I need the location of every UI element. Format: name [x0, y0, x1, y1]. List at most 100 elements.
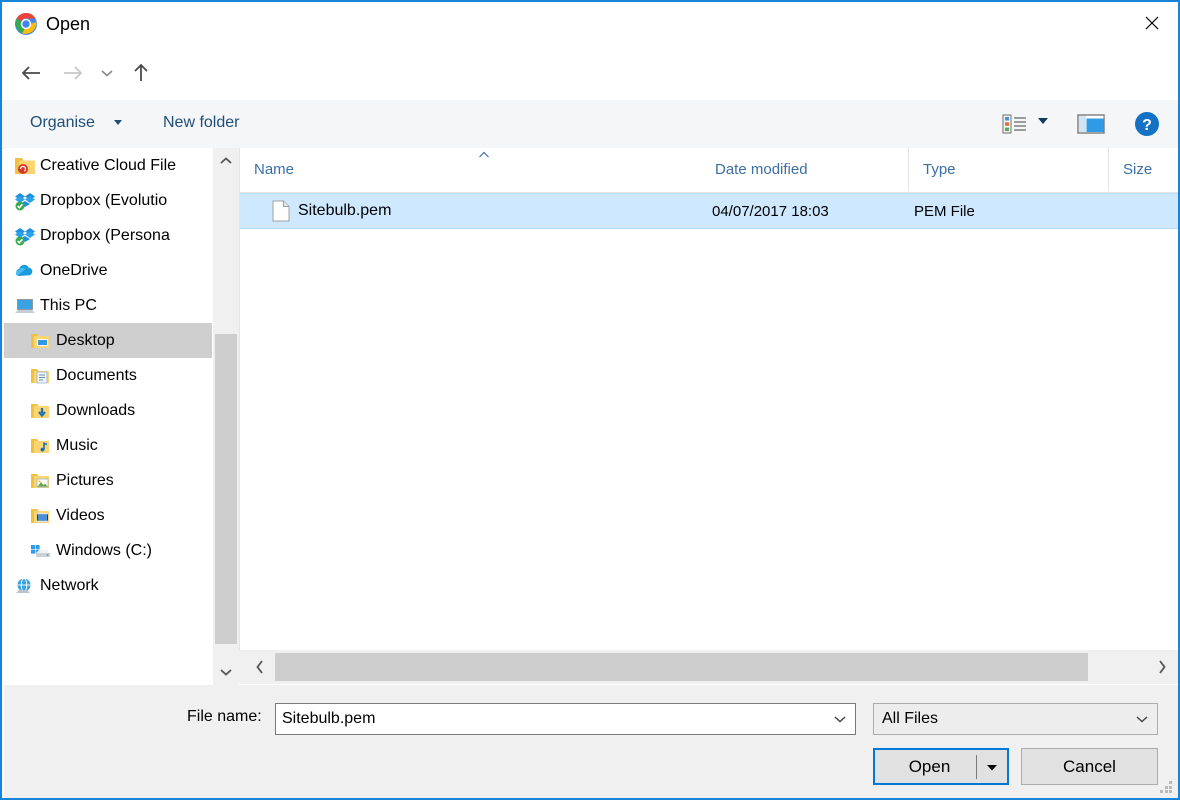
hard-drive-icon	[30, 541, 52, 561]
forward-button[interactable]	[54, 54, 92, 92]
sidebar-item-onedrive[interactable]: OneDrive	[4, 253, 212, 288]
sidebar-item-label: Creative Cloud File	[40, 156, 177, 174]
this-pc-icon	[14, 296, 36, 316]
sidebar-item-label: Music	[56, 436, 98, 454]
window-title: Open	[46, 14, 91, 34]
recent-locations-button[interactable]	[94, 54, 120, 92]
arrow-right-icon	[64, 66, 83, 80]
title-bar: Open	[2, 2, 1178, 46]
dropbox-icon	[14, 191, 36, 211]
navigation-pane: Creative Cloud File Dropbox (Evolutio Dr…	[4, 148, 212, 685]
sidebar-item-network[interactable]: Network	[4, 568, 212, 603]
file-name-cell: Sitebulb.pem	[298, 202, 392, 219]
sidebar-item-dropbox-evolution[interactable]: Dropbox (Evolutio	[4, 183, 212, 218]
sidebar-item-windows-c[interactable]: Windows (C:)	[4, 533, 212, 568]
sidebar-item-this-pc[interactable]: This PC	[4, 288, 212, 323]
chevron-down-icon[interactable]	[825, 714, 855, 724]
column-header-row: Name Date modified Type Size	[240, 148, 1178, 193]
documents-folder-icon	[30, 366, 52, 386]
scrollbar-up-button[interactable]	[213, 148, 239, 174]
sidebar-item-creative-cloud-files[interactable]: Creative Cloud File	[4, 148, 212, 183]
sidebar-item-label: Documents	[56, 366, 137, 384]
caret-down-icon[interactable]	[114, 120, 122, 125]
scrollbar-right-button[interactable]	[1148, 650, 1176, 684]
file-type-dropdown[interactable]: All Files	[873, 703, 1158, 735]
file-type-cell: PEM File	[914, 202, 975, 220]
file-name-input[interactable]	[276, 709, 825, 729]
column-header-name[interactable]: Name	[240, 148, 701, 191]
sidebar-item-label: Dropbox (Persona	[40, 226, 170, 244]
onedrive-cloud-icon	[14, 261, 36, 281]
scrollbar-thumb[interactable]	[275, 653, 1088, 681]
file-date-cell: 04/07/2017 18:03	[712, 202, 829, 220]
table-row[interactable]: Sitebulb.pem 04/07/2017 18:03 PEM File	[240, 193, 1178, 229]
cancel-button[interactable]: Cancel	[1021, 748, 1158, 785]
sidebar-item-label: Dropbox (Evolutio	[40, 191, 168, 209]
scrollbar-left-button[interactable]	[246, 650, 274, 684]
creative-cloud-folder-icon	[14, 156, 36, 176]
sidebar-item-label: Desktop	[56, 331, 115, 349]
open-file-dialog: Open Search AWS Organise New folder ? Cr…	[0, 0, 1180, 800]
file-icon	[272, 200, 290, 222]
view-list-icon[interactable]	[998, 110, 1032, 138]
arrow-left-icon	[21, 66, 40, 80]
navigation-row: This PC ❯ Desktop ❯ Sitebulb ❯ AWS ↻	[2, 46, 1178, 133]
svg-text:?: ?	[1142, 117, 1152, 134]
sidebar-item-pictures[interactable]: Pictures	[4, 463, 212, 498]
scrollbar-down-button[interactable]	[213, 659, 239, 685]
file-type-value: All Files	[882, 710, 939, 727]
open-split-dropdown[interactable]	[977, 762, 1007, 772]
up-one-level-button[interactable]	[122, 54, 160, 92]
file-name-combobox[interactable]	[275, 703, 856, 735]
footer-bar: File name: All Files Open	[4, 685, 1178, 798]
downloads-folder-icon	[30, 401, 52, 421]
caret-down-icon	[987, 764, 997, 770]
close-button[interactable]	[1126, 2, 1178, 44]
column-header-type[interactable]: Type	[908, 148, 1108, 191]
preview-pane-icon[interactable]	[1074, 110, 1108, 138]
desktop-folder-icon	[30, 331, 52, 351]
file-list: Name Date modified Type Size Sitebulb.pe…	[239, 148, 1178, 650]
cancel-button-label: Cancel	[1063, 756, 1116, 776]
sidebar-item-music[interactable]: Music	[4, 428, 212, 463]
caret-down-icon[interactable]	[1038, 118, 1048, 124]
chevron-up-icon	[220, 157, 232, 164]
music-folder-icon	[30, 436, 52, 456]
sidebar-item-dropbox-personal[interactable]: Dropbox (Persona	[4, 218, 212, 253]
sidebar-item-label: This PC	[40, 296, 97, 314]
toolbar: Organise New folder ?	[2, 100, 1178, 149]
open-button-label: Open	[908, 756, 951, 776]
navigation-pane-scrollbar[interactable]	[212, 148, 239, 685]
open-button[interactable]: Open	[873, 748, 1009, 785]
pictures-folder-icon	[30, 471, 52, 491]
new-folder-button[interactable]: New folder	[157, 112, 245, 134]
dropbox-icon	[14, 226, 36, 246]
chevron-down-icon[interactable]	[1127, 714, 1157, 724]
chevron-down-icon	[220, 669, 232, 676]
sidebar-item-documents[interactable]: Documents	[4, 358, 212, 393]
sidebar-item-label: Network	[40, 576, 99, 594]
sidebar-item-videos[interactable]: Videos	[4, 498, 212, 533]
arrow-up-icon	[134, 63, 148, 81]
resize-grip-icon[interactable]	[1160, 781, 1174, 795]
back-button[interactable]	[12, 54, 50, 92]
caret-up-icon	[476, 148, 492, 162]
sidebar-item-label: Downloads	[56, 401, 136, 419]
chevron-left-icon	[256, 660, 263, 674]
file-name-label: File name:	[187, 708, 262, 725]
column-header-size[interactable]: Size	[1108, 148, 1178, 191]
sidebar-item-desktop[interactable]: Desktop	[4, 323, 212, 358]
close-icon	[1145, 16, 1159, 30]
sidebar-item-label: Videos	[56, 506, 105, 524]
help-icon[interactable]: ?	[1132, 110, 1162, 138]
file-list-horizontal-scrollbar[interactable]	[239, 650, 1178, 684]
sidebar-item-downloads[interactable]: Downloads	[4, 393, 212, 428]
sidebar-item-label: Windows (C:)	[56, 541, 153, 559]
videos-folder-icon	[30, 506, 52, 526]
column-header-date-modified[interactable]: Date modified	[701, 148, 908, 191]
chrome-logo-icon	[14, 12, 38, 36]
sidebar-item-label: Pictures	[56, 471, 114, 489]
organise-button[interactable]: Organise	[24, 112, 101, 134]
scrollbar-thumb[interactable]	[215, 334, 237, 644]
network-icon	[14, 576, 36, 596]
